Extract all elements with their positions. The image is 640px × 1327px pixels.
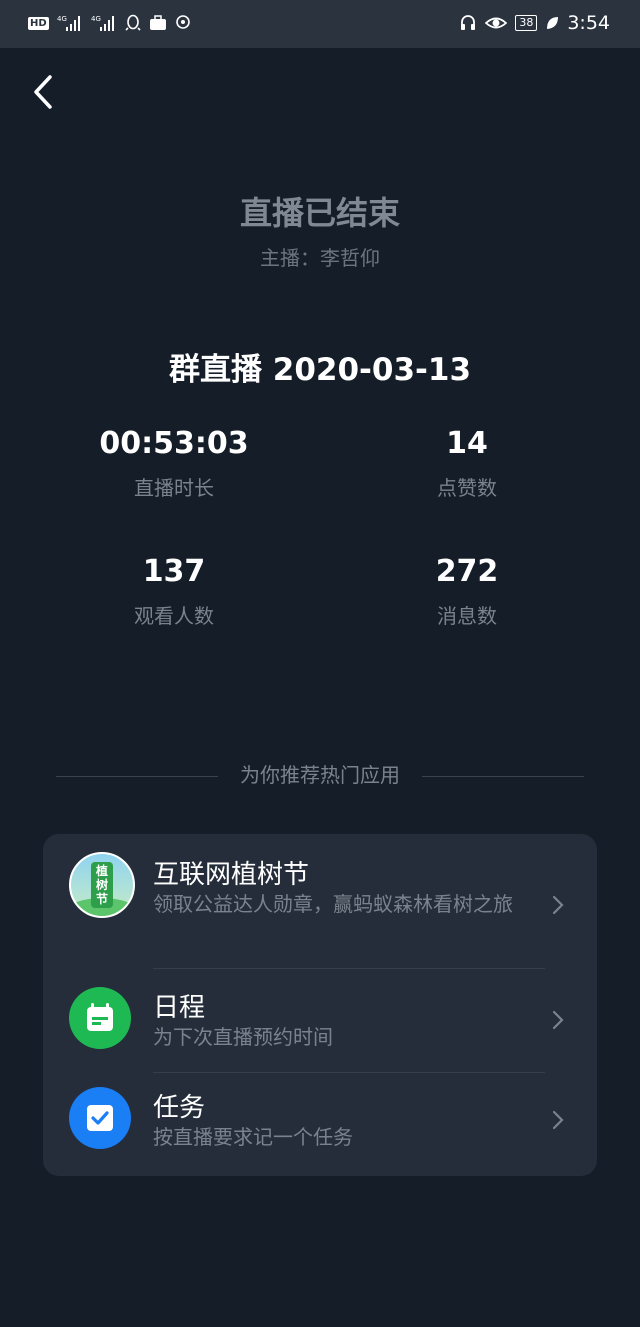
hd-icon: HD	[28, 16, 49, 30]
stat-label: 观看人数	[134, 604, 214, 628]
qq-icon	[125, 14, 141, 31]
briefcase-icon	[149, 15, 166, 30]
page-title: 直播已结束	[239, 194, 400, 232]
svg-text:4G: 4G	[57, 15, 67, 23]
app-name: 日程	[153, 993, 206, 1023]
stat-messages: 272 消息数	[357, 552, 577, 629]
task-check-icon	[69, 1087, 131, 1149]
tree-festival-icon: 植树节	[69, 852, 135, 918]
calendar-icon	[69, 987, 131, 1049]
stat-value: 272	[435, 554, 499, 589]
svg-text:4G: 4G	[91, 15, 101, 23]
headphone-icon	[461, 15, 476, 30]
stat-viewers: 137 观看人数	[64, 552, 284, 629]
back-button[interactable]	[30, 72, 58, 112]
stat-label: 消息数	[437, 604, 497, 628]
divider-line-right	[422, 776, 584, 777]
stat-label: 直播时长	[134, 476, 214, 500]
app-item-task[interactable]: 任务 按直播要求记一个任务	[43, 1073, 597, 1176]
stat-label: 点赞数	[437, 476, 497, 500]
recommend-card: 植树节 互联网植树节 领取公益达人勋章，赢蚂蚁森林看树之旅 日程 为下次直播预约…	[43, 834, 597, 1176]
host-label: 主播：李哲仰	[260, 246, 380, 270]
app-desc: 按直播要求记一个任务	[153, 1125, 353, 1149]
recommend-heading: 为你推荐热门应用	[240, 763, 400, 787]
signal-4g-2-icon: 4G	[91, 15, 114, 31]
tree-festival-icon-text: 植树节	[95, 864, 108, 906]
status-right: 38 3:54	[459, 12, 610, 34]
sync-icon	[175, 15, 190, 29]
session-title: 群直播 2020-03-13	[168, 352, 472, 388]
app-item-schedule[interactable]: 日程 为下次直播预约时间	[43, 969, 597, 1071]
status-bar: HD 4G 4G 38 3:54	[0, 0, 640, 48]
leaf-icon	[547, 17, 559, 29]
chevron-right-icon	[552, 895, 564, 915]
app-name: 任务	[153, 1093, 206, 1123]
recommend-divider: 为你推荐热门应用	[56, 760, 584, 790]
app-item-tree-festival[interactable]: 植树节 互联网植树节 领取公益达人勋章，赢蚂蚁森林看树之旅	[43, 834, 597, 968]
signal-4g-1-icon: 4G	[57, 15, 80, 31]
chevron-right-icon	[552, 1010, 564, 1030]
stat-value: 00:53:03	[99, 426, 249, 461]
stat-value: 14	[446, 426, 488, 461]
stat-likes: 14 点赞数	[357, 424, 577, 501]
calendar-glyph	[87, 1003, 113, 1031]
app-desc: 领取公益达人勋章，赢蚂蚁森林看树之旅	[153, 892, 513, 916]
app-desc: 为下次直播预约时间	[153, 1025, 333, 1049]
stat-value: 137	[142, 554, 206, 589]
stat-duration: 00:53:03 直播时长	[64, 424, 284, 501]
task-glyph	[87, 1105, 113, 1131]
status-left: HD 4G 4G	[28, 14, 193, 32]
status-time: 3:54	[567, 12, 610, 34]
app-name: 互联网植树节	[153, 860, 310, 890]
eye-icon	[485, 17, 508, 29]
chevron-right-icon	[552, 1110, 564, 1130]
chevron-left-icon	[34, 75, 52, 109]
battery-icon: 38	[515, 15, 538, 31]
